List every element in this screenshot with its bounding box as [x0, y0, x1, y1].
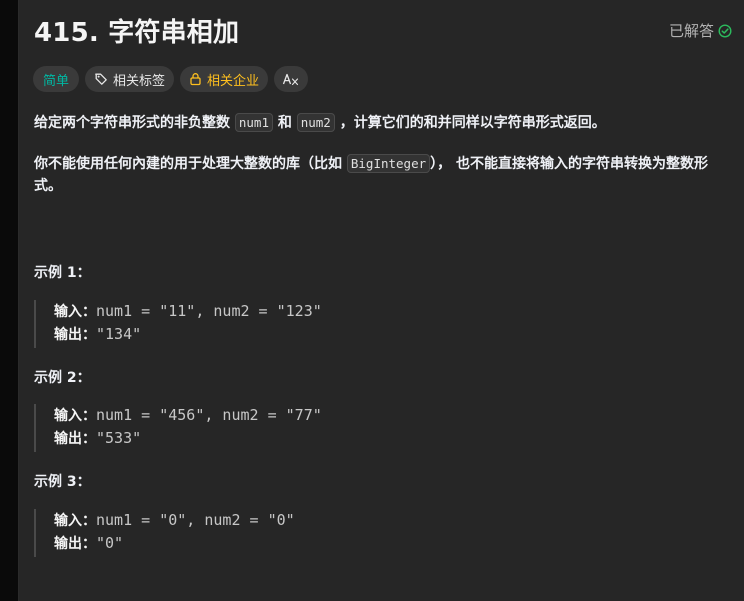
example-2-title: 示例 2： [34, 370, 91, 386]
solved-status[interactable]: 已解答 [669, 20, 732, 41]
example-2-output-value: "533" [96, 429, 142, 447]
example-3-output: 输出："0" [54, 532, 295, 555]
example-1-input-value: num1 = "11", num2 = "123" [96, 302, 322, 320]
example-1-output: 输出："134" [54, 323, 322, 346]
output-label: 输出： [54, 431, 96, 447]
example-1-title: 示例 1： [34, 265, 91, 281]
inline-code-num2: num2 [296, 113, 335, 132]
lock-icon [189, 72, 202, 86]
translate-button[interactable] [274, 66, 309, 92]
problem-title[interactable]: 415. 字符串相加 [34, 12, 239, 49]
left-panel-edge [0, 0, 19, 601]
example-2-output: 输出："533" [54, 427, 322, 450]
example-3-title: 示例 3： [34, 474, 91, 490]
difficulty-badge[interactable]: 简单 [33, 66, 80, 92]
output-label: 输出： [54, 327, 96, 343]
example-2-input-value: num1 = "456", num2 = "77" [96, 406, 322, 424]
related-companies-label: 相关企业 [207, 73, 260, 89]
problem-tags: 简单 相关标签 相关企业 [33, 66, 309, 92]
example-1-output-value: "134" [96, 325, 142, 343]
tag-icon [94, 72, 108, 86]
input-label: 输入： [54, 513, 96, 529]
example-1-input: 输入：num1 = "11", num2 = "123" [54, 300, 322, 323]
input-label: 输入： [54, 408, 96, 424]
example-1-block: 输入：num1 = "11", num2 = "123" 输出："134" [34, 300, 322, 348]
translate-icon [282, 72, 300, 86]
related-topics-button[interactable]: 相关标签 [85, 66, 175, 92]
description-text: 给定两个字符串形式的非负整数 [34, 115, 235, 131]
example-3-block: 输入：num1 = "0", num2 = "0" 输出："0" [34, 509, 295, 557]
difficulty-label: 简单 [43, 73, 70, 89]
description-text: 和 [272, 115, 297, 131]
problem-description-panel: 415. 字符串相加 已解答 简单 相关标签 相关企业 给定两个字符串形式的非负… [19, 0, 744, 601]
example-2-input: 输入：num1 = "456", num2 = "77" [54, 404, 322, 427]
example-3-input-value: num1 = "0", num2 = "0" [96, 511, 295, 529]
example-3-output-value: "0" [96, 534, 124, 552]
example-3-input: 输入：num1 = "0", num2 = "0" [54, 509, 295, 532]
description-text: 你不能使用任何內建的用于处理大整数的库（比如 [34, 156, 347, 172]
related-topics-label: 相关标签 [113, 73, 166, 89]
description-paragraph-2: 你不能使用任何內建的用于处理大整数的库（比如 BigInteger）， 也不能直… [34, 153, 734, 197]
related-companies-button[interactable]: 相关企业 [180, 66, 269, 92]
description-paragraph-1: 给定两个字符串形式的非负整数 num1 和 num2 ，计算它们的和并同样以字符… [34, 112, 734, 134]
description-text: ，计算它们的和并同样以字符串形式返回。 [334, 115, 606, 131]
input-label: 输入： [54, 304, 96, 320]
inline-code-biginteger: BigInteger [346, 154, 431, 173]
check-circle-icon [718, 23, 732, 38]
inline-code-num1: num1 [234, 113, 273, 132]
example-2-block: 输入：num1 = "456", num2 = "77" 输出："533" [34, 404, 322, 452]
output-label: 输出： [54, 536, 96, 552]
solved-status-label: 已解答 [668, 22, 714, 40]
